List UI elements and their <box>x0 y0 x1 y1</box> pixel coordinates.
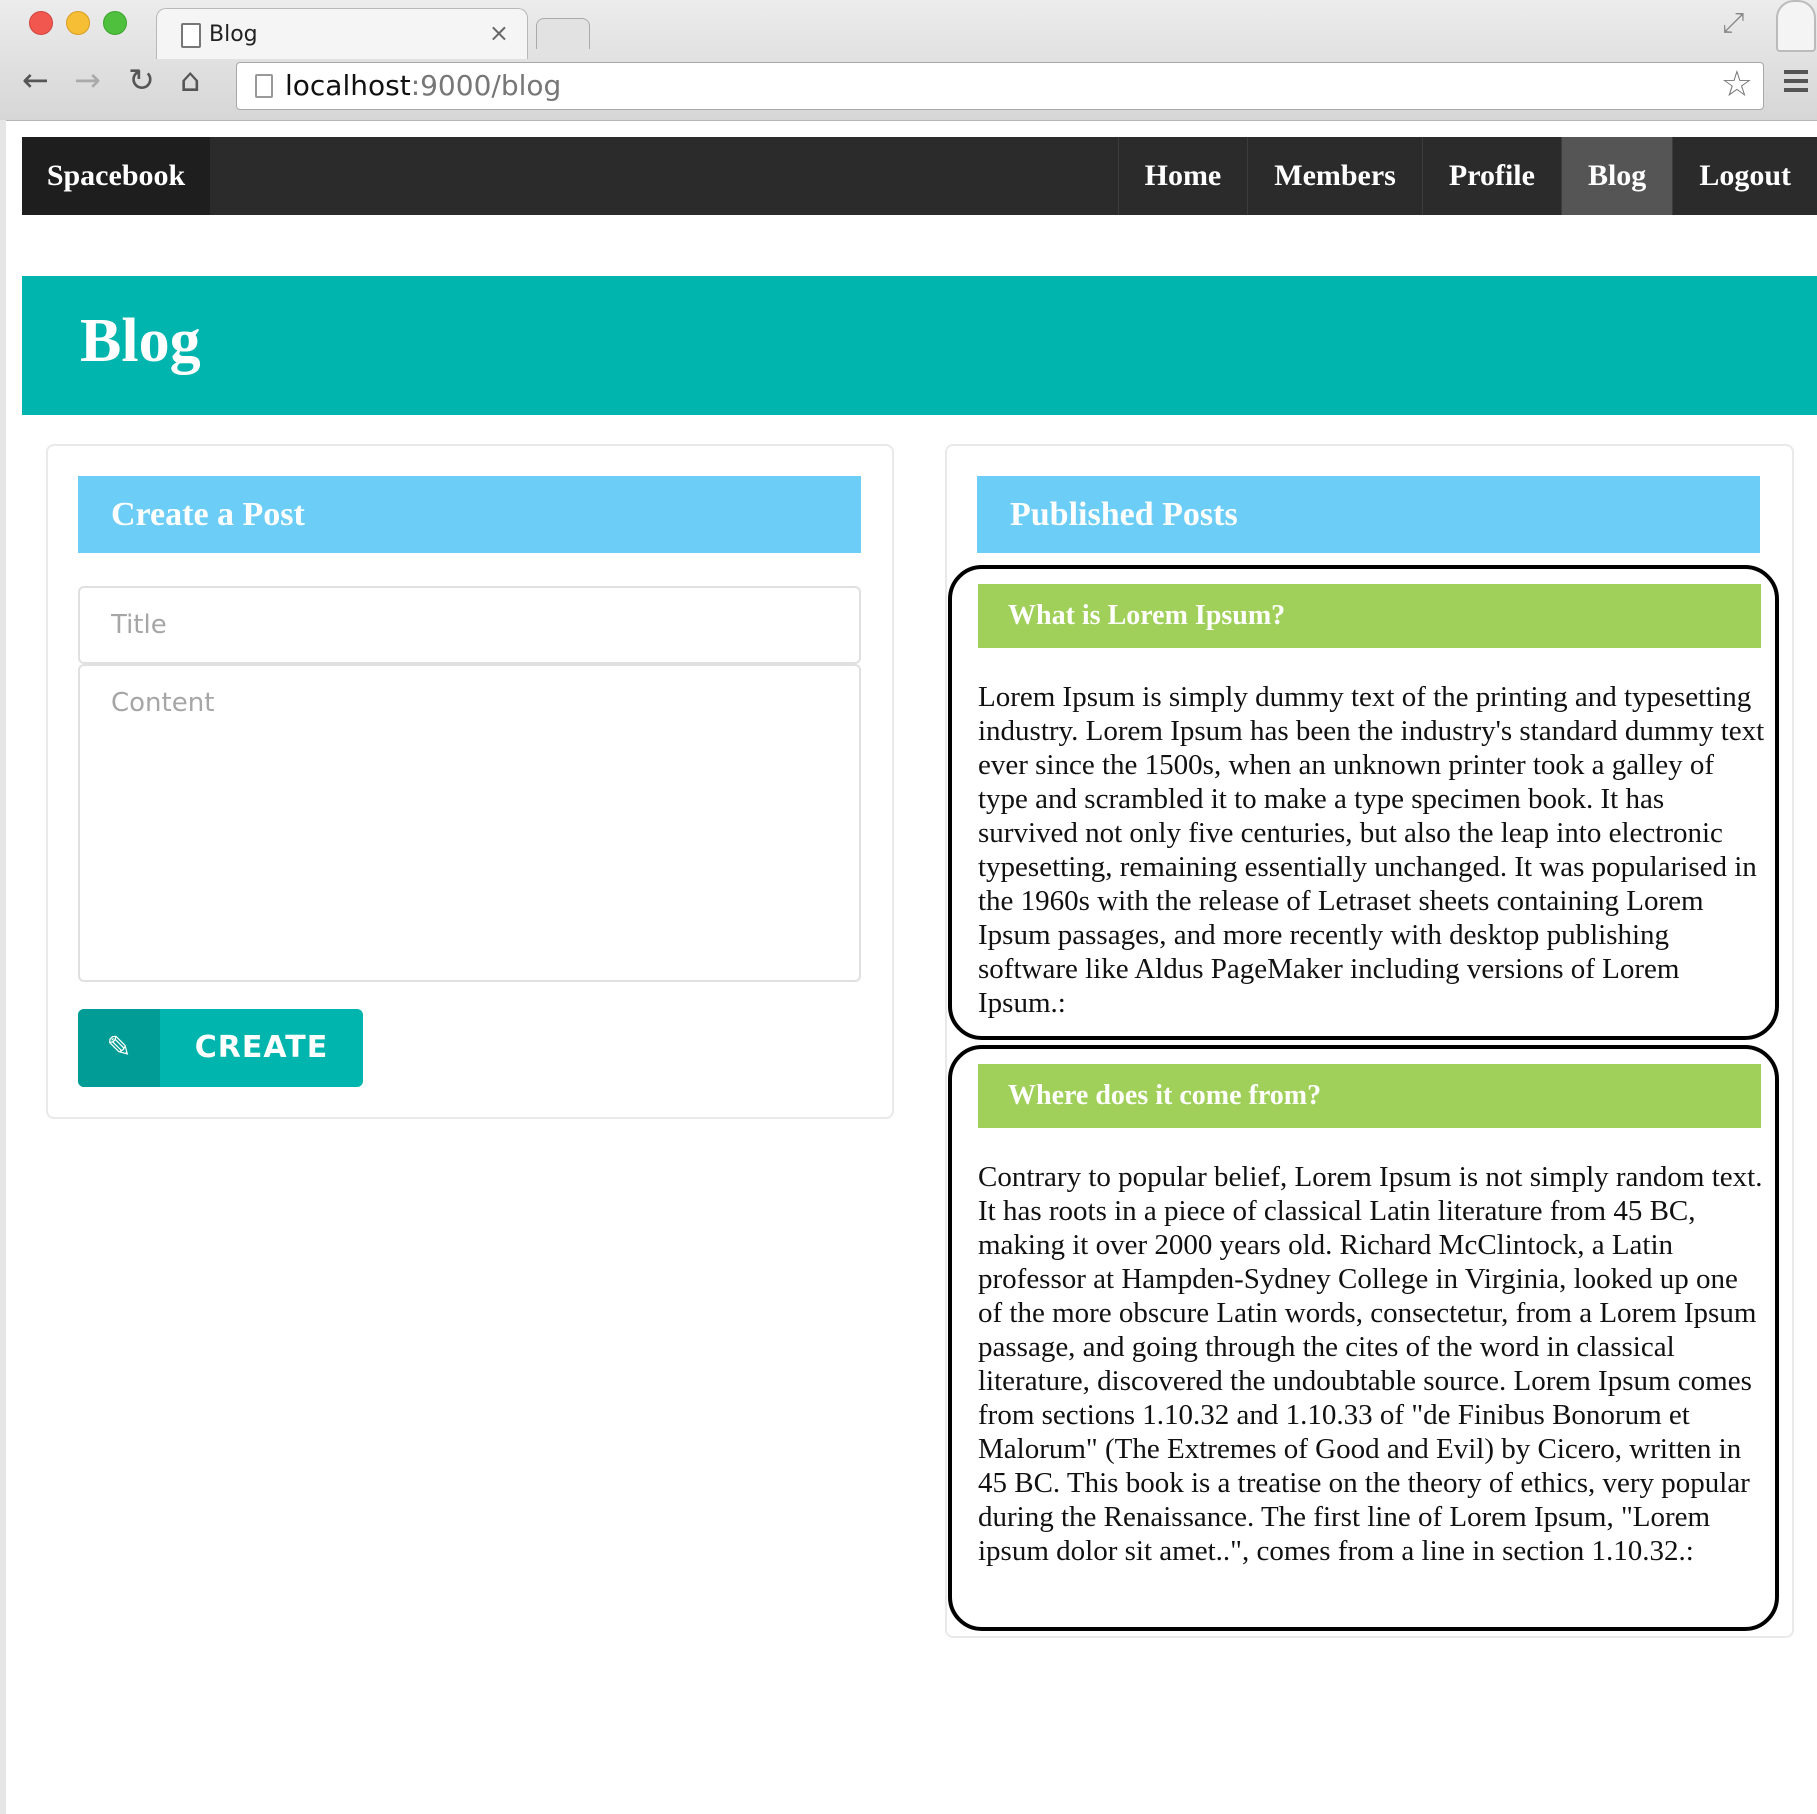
zoom-window-button[interactable] <box>103 11 127 35</box>
page-icon <box>255 74 273 98</box>
top-navbar: Spacebook Home Members Profile Blog Logo… <box>22 137 1817 215</box>
create-post-panel: Create a Post ✎ CREATE <box>46 444 894 1119</box>
page-icon <box>181 23 201 48</box>
window-edge <box>0 120 6 1814</box>
minimize-window-button[interactable] <box>66 11 90 35</box>
tab-title: Blog <box>209 22 258 47</box>
post-card: What is Lorem Ipsum? Lorem Ipsum is simp… <box>948 565 1779 1040</box>
nav-item-members[interactable]: Members <box>1247 137 1422 215</box>
url-host: localhost <box>285 69 411 102</box>
url-text[interactable]: localhost:9000/blog <box>285 69 561 102</box>
nav-item-profile[interactable]: Profile <box>1421 137 1561 215</box>
hamburger-menu-icon[interactable] <box>1784 70 1808 94</box>
page-title: Blog <box>80 307 201 375</box>
edit-icon: ✎ <box>78 1009 160 1087</box>
create-button-label: CREATE <box>194 1030 329 1065</box>
post-title: Where does it come from? <box>978 1064 1761 1128</box>
post-title-input[interactable] <box>78 586 861 664</box>
brand-link[interactable]: Spacebook <box>22 137 210 215</box>
tab-close-icon[interactable]: × <box>489 19 509 47</box>
back-icon[interactable]: ← <box>22 64 49 96</box>
fullscreen-icon[interactable]: ⤢ <box>1722 6 1744 40</box>
post-content: Contrary to popular belief, Lorem Ipsum … <box>978 1161 1763 1567</box>
nav-item-home[interactable]: Home <box>1117 137 1248 215</box>
page-header-banner: Blog <box>22 276 1817 415</box>
browser-chrome: Blog × ⤢ ← → ↻ ⌂ localhost:9000/blog ☆ <box>0 0 1817 121</box>
post-card: Where does it come from? Contrary to pop… <box>948 1045 1779 1631</box>
post-title: What is Lorem Ipsum? <box>978 584 1761 648</box>
nav-menu: Home Members Profile Blog Logout <box>1117 137 1817 215</box>
profile-icon[interactable] <box>1776 0 1816 52</box>
create-post-button[interactable]: ✎ CREATE <box>78 1009 363 1087</box>
published-posts-header: Published Posts <box>977 476 1760 553</box>
nav-item-logout[interactable]: Logout <box>1672 137 1817 215</box>
close-window-button[interactable] <box>29 11 53 35</box>
post-content-textarea[interactable] <box>78 664 861 982</box>
url-path: :9000/blog <box>410 69 562 102</box>
nav-item-blog[interactable]: Blog <box>1560 137 1673 215</box>
create-post-header: Create a Post <box>78 476 861 553</box>
home-icon[interactable]: ⌂ <box>180 64 200 96</box>
star-icon[interactable]: ☆ <box>1721 64 1753 105</box>
address-bar[interactable]: localhost:9000/blog ☆ <box>236 62 1764 110</box>
reload-icon[interactable]: ↻ <box>128 64 155 96</box>
forward-icon[interactable]: → <box>74 64 101 96</box>
new-tab-button[interactable] <box>536 18 590 49</box>
browser-tab[interactable]: Blog × <box>156 8 528 59</box>
post-content: Lorem Ipsum is simply dummy text of the … <box>978 681 1765 1019</box>
